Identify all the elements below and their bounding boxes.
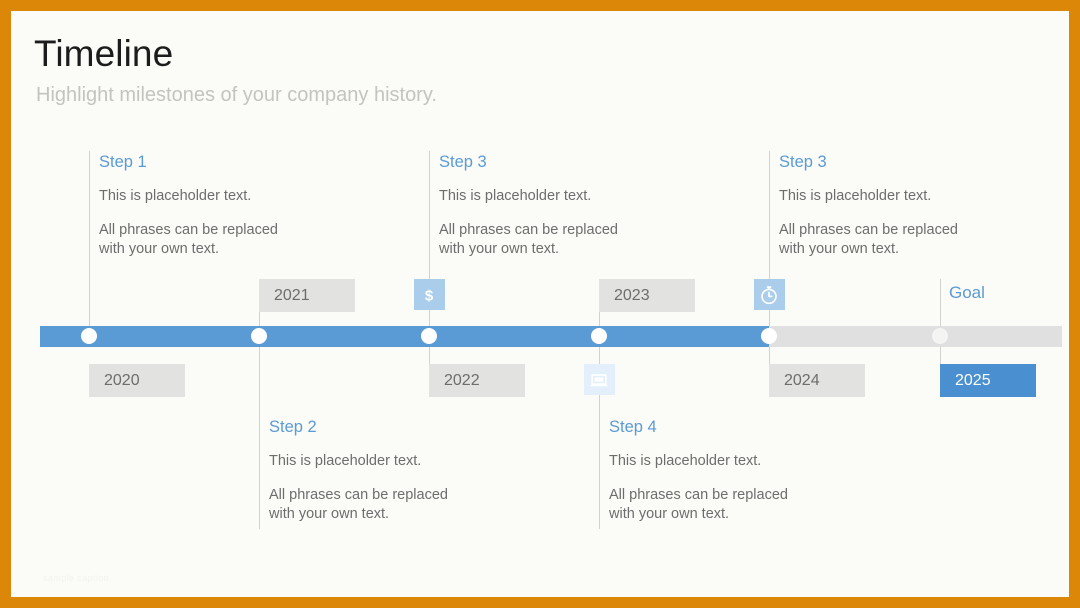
step-line: All phrases can be replaced <box>779 221 958 238</box>
year-label: 2023 <box>614 287 650 304</box>
year-chip-2020[interactable]: 2020 <box>89 364 185 397</box>
step-line: All phrases can be replaced <box>269 486 448 503</box>
timeline-progress-fill <box>40 326 769 347</box>
page-subtitle: Highlight milestones of your company his… <box>36 84 437 106</box>
step-line: All phrases can be replaced <box>609 486 788 503</box>
year-label: 2021 <box>274 287 310 304</box>
step-line: This is placeholder text. <box>439 187 592 204</box>
year-chip-2021[interactable]: 2021 <box>259 279 355 312</box>
step-line: with your own text. <box>779 240 900 257</box>
timeline-node-2024[interactable] <box>761 328 777 344</box>
step-line: All phrases can be replaced <box>439 221 618 238</box>
timeline-track[interactable] <box>40 326 1062 347</box>
step-block-2: Step 2 This is placeholder text. All phr… <box>269 419 519 524</box>
year-chip-2025[interactable]: 2025 <box>940 364 1036 397</box>
goal-label: Goal <box>949 283 985 302</box>
year-label: 2020 <box>104 372 140 389</box>
svg-text:$: $ <box>425 287 434 304</box>
step-title: Step 3 <box>439 153 487 171</box>
step-line: This is placeholder text. <box>269 452 422 469</box>
step-block-4: Step 4 This is placeholder text. All phr… <box>609 419 859 524</box>
step-block-3: Step 3 This is placeholder text. All phr… <box>439 154 689 259</box>
step-title: Step 1 <box>99 153 147 171</box>
step-line: This is placeholder text. <box>779 187 932 204</box>
laptop-icon[interactable] <box>583 364 615 395</box>
timeline-node-2023[interactable] <box>591 328 607 344</box>
step-line: with your own text. <box>269 505 390 522</box>
step-line: All phrases can be replaced <box>99 221 278 238</box>
page-title: Timeline <box>34 33 174 74</box>
stem-2021-lower <box>259 347 260 529</box>
slide-canvas: Timeline Highlight milestones of your co… <box>11 11 1069 597</box>
watermark: sample caption <box>43 573 110 583</box>
step-block-1: Step 1 This is placeholder text. All phr… <box>99 154 349 259</box>
year-chip-2024[interactable]: 2024 <box>769 364 865 397</box>
timeline-node-2022[interactable] <box>421 328 437 344</box>
slide-frame: Timeline Highlight milestones of your co… <box>0 0 1080 608</box>
step-block-5: Step 3 This is placeholder text. All phr… <box>779 154 1029 259</box>
step-line: This is placeholder text. <box>609 452 762 469</box>
timeline-node-2021[interactable] <box>251 328 267 344</box>
dollar-icon[interactable]: $ <box>413 279 445 310</box>
step-title: Step 2 <box>269 418 317 436</box>
step-title: Step 3 <box>779 153 827 171</box>
timeline-node-2025[interactable] <box>932 328 948 344</box>
year-label: 2024 <box>784 372 820 389</box>
step-title: Step 4 <box>609 418 657 436</box>
step-line: with your own text. <box>609 505 730 522</box>
step-line: This is placeholder text. <box>99 187 252 204</box>
step-line: with your own text. <box>439 240 560 257</box>
stopwatch-icon[interactable] <box>753 279 785 310</box>
step-line: with your own text. <box>99 240 220 257</box>
year-label: 2022 <box>444 372 480 389</box>
stem-2025 <box>940 279 941 327</box>
year-chip-2022[interactable]: 2022 <box>429 364 525 397</box>
year-chip-2023[interactable]: 2023 <box>599 279 695 312</box>
stem-2020 <box>89 151 90 327</box>
timeline-node-2020[interactable] <box>81 328 97 344</box>
year-label: 2025 <box>955 372 991 389</box>
